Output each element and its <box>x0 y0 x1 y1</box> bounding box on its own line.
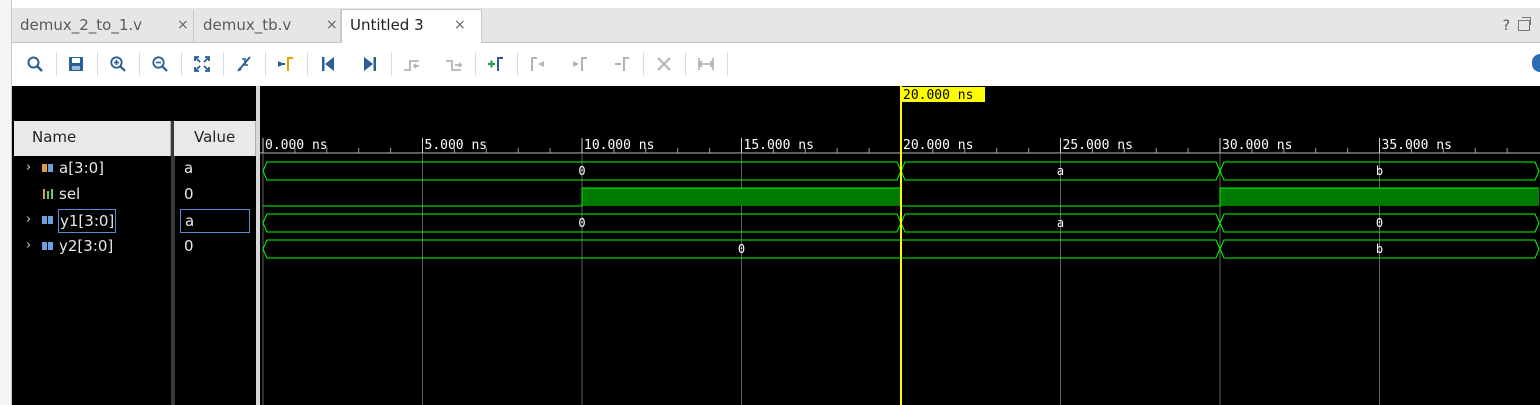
toolbar-separator <box>265 52 266 76</box>
signal-name[interactable]: y2[3:0] <box>58 237 114 255</box>
next-transition-icon <box>441 52 467 76</box>
bit-high-fill <box>1220 188 1539 206</box>
signal-name[interactable]: y1[3:0] <box>58 209 117 233</box>
ruler-tick-label: 0.000 ns <box>265 138 328 153</box>
signal-row-a[interactable]: › a[3:0] a <box>12 157 256 183</box>
close-icon[interactable]: × <box>454 10 466 40</box>
chevron-right-icon[interactable]: › <box>26 160 31 175</box>
toolbar-separator <box>97 52 98 76</box>
go-to-time-zero-icon[interactable] <box>315 52 341 76</box>
waveform-viewer: demux_2_to_1.v × demux_tb.v × Untitled 3… <box>0 0 1540 405</box>
waveform-svg[interactable]: 0.000 ns 5.000 ns 10.000 ns 15.000 ns 20.000… <box>260 86 1540 405</box>
toolbar-separator <box>643 52 644 76</box>
toolbar-separator <box>727 52 728 76</box>
waveform-toolbar <box>12 44 1540 84</box>
editor-tab-bar: demux_2_to_1.v × demux_tb.v × Untitled 3… <box>12 8 1540 43</box>
ruler-tick-label: 5.000 ns <box>425 138 488 153</box>
go-to-cursor-icon[interactable] <box>273 52 299 76</box>
go-to-last-time-icon[interactable] <box>357 52 383 76</box>
zoom-in-icon[interactable] <box>105 52 131 76</box>
swap-cursors-icon <box>609 52 635 76</box>
measure-icon <box>693 52 719 76</box>
toolbar-separator <box>685 52 686 76</box>
time-cursor-label: 20.000 ns <box>903 88 973 103</box>
bus-value-label: a <box>1057 216 1064 230</box>
signal-list-panel: Name Value › a[3:0] a sel 0 › y1[3:0] a … <box>12 86 256 405</box>
bus-value-label: b <box>1376 242 1383 256</box>
settings-gear-icon[interactable] <box>1532 54 1540 72</box>
zoom-fit-icon[interactable] <box>189 52 215 76</box>
toolbar-separator <box>307 52 308 76</box>
bus-signal-icon <box>42 164 53 172</box>
ruler-tick-label: 10.000 ns <box>584 138 654 153</box>
close-icon[interactable]: × <box>177 10 189 40</box>
signal-row-y1[interactable]: › y1[3:0] a <box>12 209 256 235</box>
bus-signal-icon <box>42 216 53 224</box>
waveform-canvas[interactable]: 0.000 ns 5.000 ns 10.000 ns 15.000 ns 20.000… <box>260 86 1540 405</box>
tab-label: demux_tb.v <box>203 16 292 34</box>
signal-value: a <box>180 209 250 233</box>
toolbar-separator <box>181 52 182 76</box>
ruler-tick-label: 25.000 ns <box>1063 138 1133 153</box>
toolbar-separator <box>139 52 140 76</box>
bus-value-label: 0 <box>1376 216 1383 230</box>
ruler-tick-label: 35.000 ns <box>1382 138 1452 153</box>
save-icon[interactable] <box>63 52 89 76</box>
ruler-tick-label: 15.000 ns <box>744 138 814 153</box>
cursor-snap-icon[interactable] <box>231 52 257 76</box>
tab-label: Untitled 3 <box>350 16 424 34</box>
signal-value: 0 <box>184 185 194 203</box>
ruler-tick-label: 20.000 ns <box>903 138 973 153</box>
signal-row-y2[interactable]: › y2[3:0] 0 <box>12 235 256 261</box>
toolbar-separator <box>391 52 392 76</box>
bus-value-label: 0 <box>738 242 745 256</box>
name-column-header[interactable]: Name <box>14 121 171 156</box>
value-column-header[interactable]: Value <box>174 121 256 156</box>
help-icon[interactable]: ? <box>1503 18 1510 34</box>
toolbar-separator <box>223 52 224 76</box>
bit-high-fill <box>582 188 901 206</box>
ruler-tick-label: 30.000 ns <box>1222 138 1292 153</box>
search-icon[interactable] <box>22 52 48 76</box>
chevron-right-icon[interactable]: › <box>26 212 31 227</box>
close-icon[interactable]: × <box>326 10 338 40</box>
toolbar-separator <box>517 52 518 76</box>
zoom-out-icon[interactable] <box>147 52 173 76</box>
next-marker-icon <box>567 52 593 76</box>
bus-value-label: b <box>1376 164 1383 178</box>
bit-signal-icon <box>43 189 53 199</box>
tab-untitled-3[interactable]: Untitled 3 × <box>341 9 482 43</box>
delete-marker-icon <box>651 52 677 76</box>
bus-value-label: 0 <box>578 164 585 178</box>
tab-demux-2-to-1[interactable]: demux_2_to_1.v × <box>12 10 194 43</box>
toolbar-separator <box>475 52 476 76</box>
add-marker-icon[interactable] <box>483 52 509 76</box>
signal-row-sel[interactable]: sel 0 <box>12 183 256 209</box>
signal-name[interactable]: sel <box>58 185 81 203</box>
tab-label: demux_2_to_1.v <box>20 16 143 34</box>
bus-value-label: a <box>1057 164 1064 178</box>
bus-signal-icon <box>42 242 53 250</box>
signal-name[interactable]: a[3:0] <box>58 159 105 177</box>
signal-value: 0 <box>184 237 194 255</box>
left-edge-strip <box>0 0 12 405</box>
signal-value: a <box>184 159 194 177</box>
bus-value-label: 0 <box>578 216 585 230</box>
chevron-right-icon[interactable]: › <box>26 238 31 253</box>
previous-transition-icon <box>399 52 425 76</box>
previous-marker-icon <box>525 52 551 76</box>
tab-demux-tb[interactable]: demux_tb.v × <box>195 10 341 43</box>
toolbar-separator <box>56 52 57 76</box>
restore-window-icon[interactable] <box>1518 17 1531 31</box>
